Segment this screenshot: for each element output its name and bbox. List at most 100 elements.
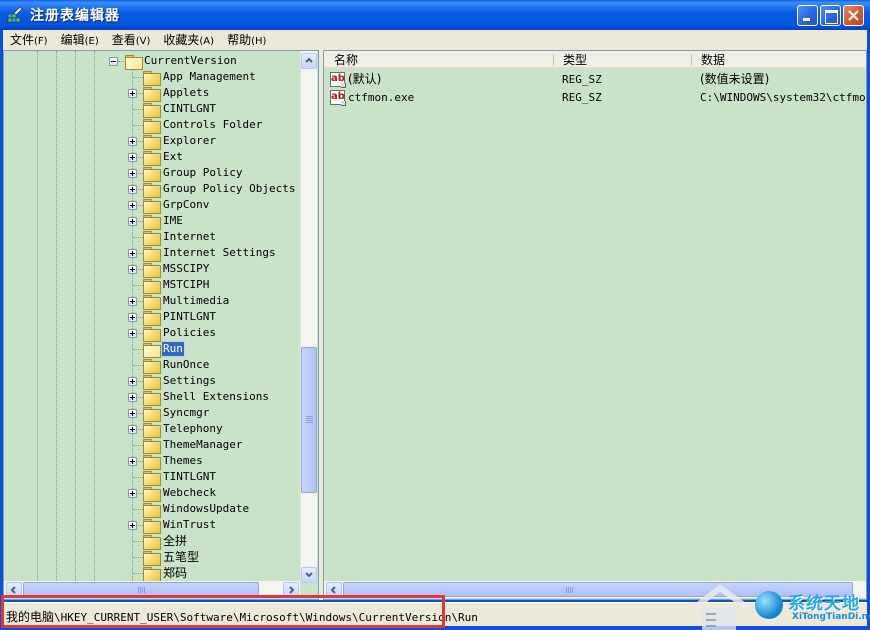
tree-node-label: IME bbox=[163, 214, 183, 227]
scroll-left-button[interactable] bbox=[326, 582, 342, 598]
expand-toggle[interactable] bbox=[128, 409, 137, 418]
folder-open-icon bbox=[125, 55, 143, 70]
tree-node[interactable]: Ext bbox=[4, 149, 300, 166]
expand-toggle[interactable] bbox=[128, 217, 137, 226]
tree-node[interactable]: Applets bbox=[4, 85, 300, 102]
expand-toggle[interactable] bbox=[128, 457, 137, 466]
maximize-button[interactable] bbox=[820, 5, 841, 26]
folder-icon bbox=[143, 119, 161, 134]
expand-toggle[interactable] bbox=[128, 249, 137, 258]
tree-node[interactable]: WindowsUpdate bbox=[4, 501, 300, 518]
scroll-right-button[interactable] bbox=[283, 582, 299, 598]
menu-edit[interactable]: 编辑(E) bbox=[54, 31, 105, 48]
column-header-name[interactable]: 名称 bbox=[334, 52, 358, 68]
expand-toggle[interactable] bbox=[128, 169, 137, 178]
expand-toggle[interactable] bbox=[128, 265, 137, 274]
column-resize-handle[interactable] bbox=[553, 54, 554, 66]
expand-toggle[interactable] bbox=[128, 329, 137, 338]
tree-node[interactable]: 五笔型 bbox=[4, 549, 300, 566]
column-header-type[interactable]: 类型 bbox=[563, 52, 587, 68]
tree-node[interactable]: Internet Settings bbox=[4, 245, 300, 262]
tree-vertical-scrollbar[interactable] bbox=[300, 51, 317, 583]
tree-node-label: Settings bbox=[163, 374, 216, 387]
tree-node[interactable]: Explorer bbox=[4, 133, 300, 150]
value-row[interactable]: ab ctfmon.exe REG_SZ C:\WINDOWS\system32… bbox=[324, 89, 866, 106]
value-data: (数值未设置) bbox=[700, 72, 770, 86]
expand-toggle[interactable] bbox=[128, 297, 137, 306]
tree-node[interactable]: MSTCIPH bbox=[4, 277, 300, 294]
expand-toggle[interactable] bbox=[128, 153, 137, 162]
value-row[interactable]: ab (默认) REG_SZ (数值未设置) bbox=[324, 71, 866, 88]
values-list-pane[interactable]: 名称 类型 数据 ab (默认) REG_SZ (数值未设置) ab ctfmo… bbox=[323, 50, 867, 600]
column-resize-handle[interactable] bbox=[691, 54, 692, 66]
scroll-down-button[interactable] bbox=[301, 567, 317, 583]
menu-help-accel: (H) bbox=[251, 35, 267, 47]
tree-node[interactable]: RunOnce bbox=[4, 357, 300, 374]
column-header-data[interactable]: 数据 bbox=[701, 52, 725, 68]
folder-icon bbox=[143, 375, 161, 390]
menu-view[interactable]: 查看(V) bbox=[105, 31, 157, 48]
tree-node-label: Explorer bbox=[163, 134, 216, 147]
tree-node-label: Webcheck bbox=[163, 486, 216, 499]
tree-node[interactable]: WinTrust bbox=[4, 517, 300, 534]
scroll-up-button[interactable] bbox=[301, 53, 317, 69]
horizontal-scroll-thumb[interactable] bbox=[23, 582, 259, 597]
expand-toggle[interactable] bbox=[128, 313, 137, 322]
tree-node-label: Themes bbox=[163, 454, 203, 467]
tree-node[interactable]: Syncmgr bbox=[4, 405, 300, 422]
minimize-button[interactable] bbox=[797, 5, 818, 26]
folder-icon bbox=[143, 103, 161, 118]
expand-toggle[interactable] bbox=[128, 425, 137, 434]
tree-node[interactable]: Shell Extensions bbox=[4, 389, 300, 406]
close-button[interactable] bbox=[843, 5, 864, 26]
menu-help[interactable]: 帮助(H) bbox=[220, 31, 272, 48]
chevron-down-icon bbox=[305, 572, 313, 578]
folder-icon bbox=[143, 167, 161, 182]
tree-node[interactable]: Group Policy bbox=[4, 165, 300, 182]
tree-node[interactable]: GrpConv bbox=[4, 197, 300, 214]
scroll-thumb[interactable] bbox=[301, 347, 317, 493]
tree-node[interactable]: 郑码 bbox=[4, 565, 300, 582]
expand-toggle[interactable] bbox=[128, 521, 137, 530]
menu-favorites[interactable]: 收藏夹(A) bbox=[156, 31, 220, 48]
tree-node[interactable]: Themes bbox=[4, 453, 300, 470]
tree-node[interactable]: Policies bbox=[4, 325, 300, 342]
tree-node[interactable]: IME bbox=[4, 213, 300, 230]
folder-icon bbox=[143, 359, 161, 374]
tree-node[interactable]: TINTLGNT bbox=[4, 469, 300, 486]
expand-toggle[interactable] bbox=[128, 201, 137, 210]
folder-icon bbox=[143, 135, 161, 150]
tree-node[interactable]: Webcheck bbox=[4, 485, 300, 502]
tree-node-label: Telephony bbox=[163, 422, 223, 435]
tree-horizontal-scrollbar[interactable] bbox=[4, 581, 300, 598]
chevron-right-icon bbox=[289, 586, 295, 594]
tree-node[interactable]: PINTLGNT bbox=[4, 309, 300, 326]
tree-node[interactable]: Run bbox=[4, 341, 300, 358]
key-tree-pane[interactable]: CurrentVersion App Management Applets CINT… bbox=[3, 50, 319, 600]
expand-toggle[interactable] bbox=[128, 377, 137, 386]
tree-node[interactable]: App Management bbox=[4, 69, 300, 86]
collapse-toggle[interactable] bbox=[109, 57, 118, 66]
expand-toggle[interactable] bbox=[128, 185, 137, 194]
tree-node-currentversion[interactable]: CurrentVersion bbox=[4, 53, 300, 70]
expand-toggle[interactable] bbox=[128, 137, 137, 146]
expand-toggle[interactable] bbox=[128, 489, 137, 498]
tree-node[interactable]: CINTLGNT bbox=[4, 101, 300, 118]
tree-node[interactable]: ThemeManager bbox=[4, 437, 300, 454]
tree-node[interactable]: Settings bbox=[4, 373, 300, 390]
folder-icon bbox=[143, 263, 161, 278]
tree-node[interactable]: Internet bbox=[4, 229, 300, 246]
tree-node-label: MSSCIPY bbox=[163, 262, 210, 275]
expand-toggle[interactable] bbox=[128, 89, 137, 98]
tree-node[interactable]: Group Policy Objects bbox=[4, 181, 300, 198]
tree-node[interactable]: Telephony bbox=[4, 421, 300, 438]
expand-toggle[interactable] bbox=[128, 393, 137, 402]
tree-node-label: Syncmgr bbox=[163, 406, 210, 419]
menu-file[interactable]: 文件(F) bbox=[3, 31, 54, 48]
tree-node[interactable]: Multimedia bbox=[4, 293, 300, 310]
title-bar[interactable]: 注册表编辑器 bbox=[0, 0, 870, 30]
scroll-left-button[interactable] bbox=[6, 582, 22, 598]
tree-node[interactable]: MSSCIPY bbox=[4, 261, 300, 278]
tree-node[interactable]: 全拼 bbox=[4, 533, 300, 550]
tree-node[interactable]: Controls Folder bbox=[4, 117, 300, 134]
